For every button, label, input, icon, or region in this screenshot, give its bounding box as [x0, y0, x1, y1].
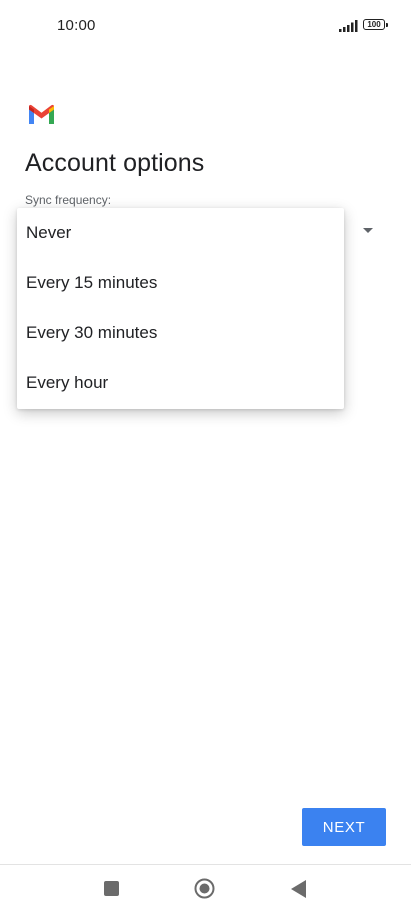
signal-icon: [339, 20, 358, 32]
screen: 10:00 100 Account options Sync frequency…: [0, 0, 411, 914]
next-button[interactable]: NEXT: [302, 808, 386, 846]
battery-icon: 100: [363, 19, 390, 33]
battery-level: 100: [367, 20, 381, 29]
page-title: Account options: [25, 149, 205, 177]
menu-item-every-30-minutes[interactable]: Every 30 minutes: [17, 308, 344, 358]
sync-frequency-label: Sync frequency:: [25, 193, 112, 207]
menu-item-label: Every 15 minutes: [26, 273, 158, 292]
navigation-bar: [0, 865, 411, 914]
menu-item-label: Every hour: [26, 373, 109, 392]
sync-frequency-menu: Never Every 15 minutes Every 30 minutes …: [17, 208, 344, 409]
recents-icon[interactable]: [104, 881, 119, 896]
dropdown-arrow-icon[interactable]: [363, 228, 373, 233]
menu-item-label: Never: [26, 223, 72, 242]
status-bar: 10:00 100: [0, 0, 411, 52]
back-icon[interactable]: [291, 880, 306, 898]
menu-item-label: Every 30 minutes: [26, 323, 158, 342]
status-time: 10:00: [57, 17, 96, 34]
gmail-logo: [29, 104, 54, 124]
menu-item-every-hour[interactable]: Every hour: [17, 358, 344, 408]
menu-item-never[interactable]: Never: [17, 208, 344, 258]
home-icon[interactable]: [194, 878, 215, 899]
menu-item-every-15-minutes[interactable]: Every 15 minutes: [17, 258, 344, 308]
